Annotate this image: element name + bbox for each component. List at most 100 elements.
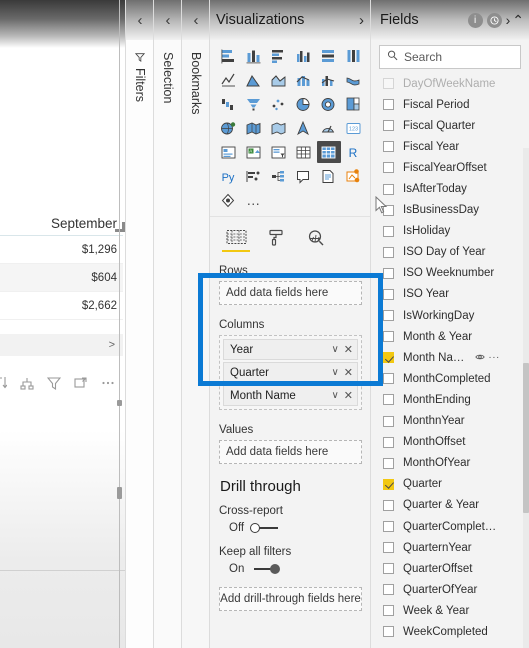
stacked-bar-chart-icon[interactable] <box>217 45 241 67</box>
filter-icon[interactable] <box>47 376 61 390</box>
list-item[interactable]: MonthEnding <box>371 389 529 410</box>
q-and-a-icon[interactable] <box>292 165 316 187</box>
tab-fields[interactable] <box>216 223 256 253</box>
line-and-stacked-column-chart-icon[interactable] <box>292 69 316 91</box>
search-input[interactable]: Search <box>379 45 521 69</box>
field-checkbox[interactable] <box>383 584 394 596</box>
table-icon[interactable] <box>292 141 316 163</box>
selection-pane-expand-button[interactable]: ‹ <box>154 0 182 40</box>
list-item[interactable]: ISO Weeknumber <box>371 263 529 284</box>
keep-all-filters-toggle[interactable] <box>250 563 281 575</box>
more-options-icon[interactable] <box>101 376 115 390</box>
bookmarks-pane-expand-button[interactable]: ‹ <box>182 0 210 40</box>
area-chart-icon[interactable] <box>242 69 266 91</box>
get-more-visuals-icon[interactable] <box>342 165 366 187</box>
chevron-right-icon[interactable]: › <box>359 12 364 29</box>
field-checkbox[interactable] <box>383 267 394 279</box>
list-item[interactable]: MonthOfYear <box>371 453 529 474</box>
fields-list[interactable]: DayOfWeekName Fiscal Period Fiscal Quarter… <box>371 73 529 648</box>
tab-format[interactable] <box>256 223 296 253</box>
card-icon[interactable]: 123 <box>342 117 366 139</box>
canvas-scrollbar-thumb[interactable] <box>117 487 122 499</box>
stacked-column-chart-icon[interactable] <box>242 45 266 67</box>
field-checkbox[interactable] <box>383 225 394 237</box>
field-checkbox[interactable] <box>383 331 394 343</box>
field-checkbox[interactable] <box>383 521 394 533</box>
list-item[interactable]: DayOfWeekName <box>371 73 529 94</box>
more-options-icon[interactable]: ··· <box>488 352 500 363</box>
list-item[interactable]: ISO Year <box>371 284 529 305</box>
list-item[interactable]: Quarter <box>371 474 529 495</box>
field-checkbox[interactable] <box>383 499 394 511</box>
clustered-column-chart-icon[interactable] <box>292 45 316 67</box>
field-checkbox[interactable] <box>383 141 394 153</box>
list-item[interactable]: FiscalYearOffset <box>371 157 529 178</box>
line-and-clustered-column-chart-icon[interactable] <box>317 69 341 91</box>
multi-row-card-icon[interactable] <box>217 141 241 163</box>
clock-history-icon[interactable] <box>486 12 502 28</box>
list-item[interactable]: IsWorkingDay <box>371 305 529 326</box>
visualization-type-grid[interactable]: 123 A R Py … <box>217 45 364 211</box>
list-item[interactable]: Fiscal Year <box>371 136 529 157</box>
list-item[interactable]: IsAfterToday <box>371 178 529 199</box>
keep-all-filters-toggle-row[interactable]: On <box>229 563 362 575</box>
table-row[interactable]: 0 $604 <box>0 264 123 292</box>
treemap-icon[interactable] <box>342 93 366 115</box>
list-item[interactable]: MonthCompleted <box>371 368 529 389</box>
ribbon-chart-icon[interactable] <box>342 69 366 91</box>
funnel-chart-icon[interactable] <box>242 93 266 115</box>
close-icon[interactable]: ✕ <box>344 366 353 379</box>
list-item[interactable]: Month Na… ··· <box>371 347 529 368</box>
field-pill-month-name[interactable]: Month Name ∨ ✕ <box>223 385 358 406</box>
chevron-right-icon[interactable]: › <box>506 12 511 28</box>
r-script-visual-icon[interactable]: R <box>342 141 366 163</box>
field-pill-year[interactable]: Year ∨ ✕ <box>223 339 358 360</box>
field-checkbox[interactable] <box>383 78 394 90</box>
list-item[interactable]: QuarterOfYear <box>371 579 529 600</box>
stacked-area-chart-icon[interactable] <box>267 69 291 91</box>
sort-descending-icon[interactable] <box>0 376 7 390</box>
key-influencers-icon[interactable] <box>242 165 266 187</box>
100-stacked-bar-chart-icon[interactable] <box>317 45 341 67</box>
field-checkbox[interactable] <box>383 415 394 427</box>
field-checkbox[interactable] <box>383 626 394 638</box>
field-checkbox[interactable] <box>383 183 394 195</box>
pie-chart-icon[interactable] <box>292 93 316 115</box>
cross-report-toggle[interactable] <box>250 522 280 534</box>
clustered-bar-chart-icon[interactable] <box>267 45 291 67</box>
field-checkbox[interactable] <box>383 542 394 554</box>
close-icon[interactable]: ✕ <box>344 343 353 356</box>
field-checkbox[interactable] <box>383 310 394 322</box>
list-item[interactable]: IsBusinessDay <box>371 200 529 221</box>
fields-scrollbar-thumb[interactable] <box>523 363 529 513</box>
decomposition-tree-icon[interactable] <box>267 165 291 187</box>
list-item[interactable]: QuarterComplet… <box>371 516 529 537</box>
chevron-up-icon[interactable]: ⌃ <box>512 12 524 29</box>
donut-chart-icon[interactable] <box>317 93 341 115</box>
list-item[interactable]: MonthnYear <box>371 411 529 432</box>
list-item[interactable]: QuarterOffset <box>371 558 529 579</box>
paginated-report-icon[interactable] <box>317 165 341 187</box>
chevron-down-icon[interactable]: ∨ <box>331 344 338 355</box>
more-visual-types-icon[interactable]: … <box>242 189 266 211</box>
field-checkbox[interactable] <box>383 352 394 364</box>
line-chart-icon[interactable] <box>217 69 241 91</box>
list-item[interactable]: Quarter & Year <box>371 495 529 516</box>
kpi-icon[interactable]: A <box>242 141 266 163</box>
field-checkbox[interactable] <box>383 478 394 490</box>
eye-icon[interactable] <box>475 353 486 363</box>
table-row[interactable]: 7 $2,662 <box>0 292 123 320</box>
visualization-pane-tabs[interactable] <box>210 216 370 253</box>
drill-hierarchy-icon[interactable] <box>20 376 34 390</box>
gauge-icon[interactable] <box>317 117 341 139</box>
canvas-scrollbar-thumb-upper[interactable] <box>117 400 122 406</box>
list-item[interactable]: IsHoliday <box>371 221 529 242</box>
chevron-down-icon[interactable]: ∨ <box>331 390 338 401</box>
field-checkbox[interactable] <box>383 99 394 111</box>
drill-through-dropzone[interactable]: Add drill-through fields here <box>219 587 362 611</box>
filled-map-icon[interactable] <box>242 117 266 139</box>
sidebar-item-filters[interactable]: ‹ Filters <box>125 0 154 648</box>
list-item[interactable]: WeekCompleted <box>371 621 529 642</box>
focus-mode-icon[interactable] <box>74 376 88 390</box>
close-icon[interactable]: ✕ <box>344 389 353 402</box>
